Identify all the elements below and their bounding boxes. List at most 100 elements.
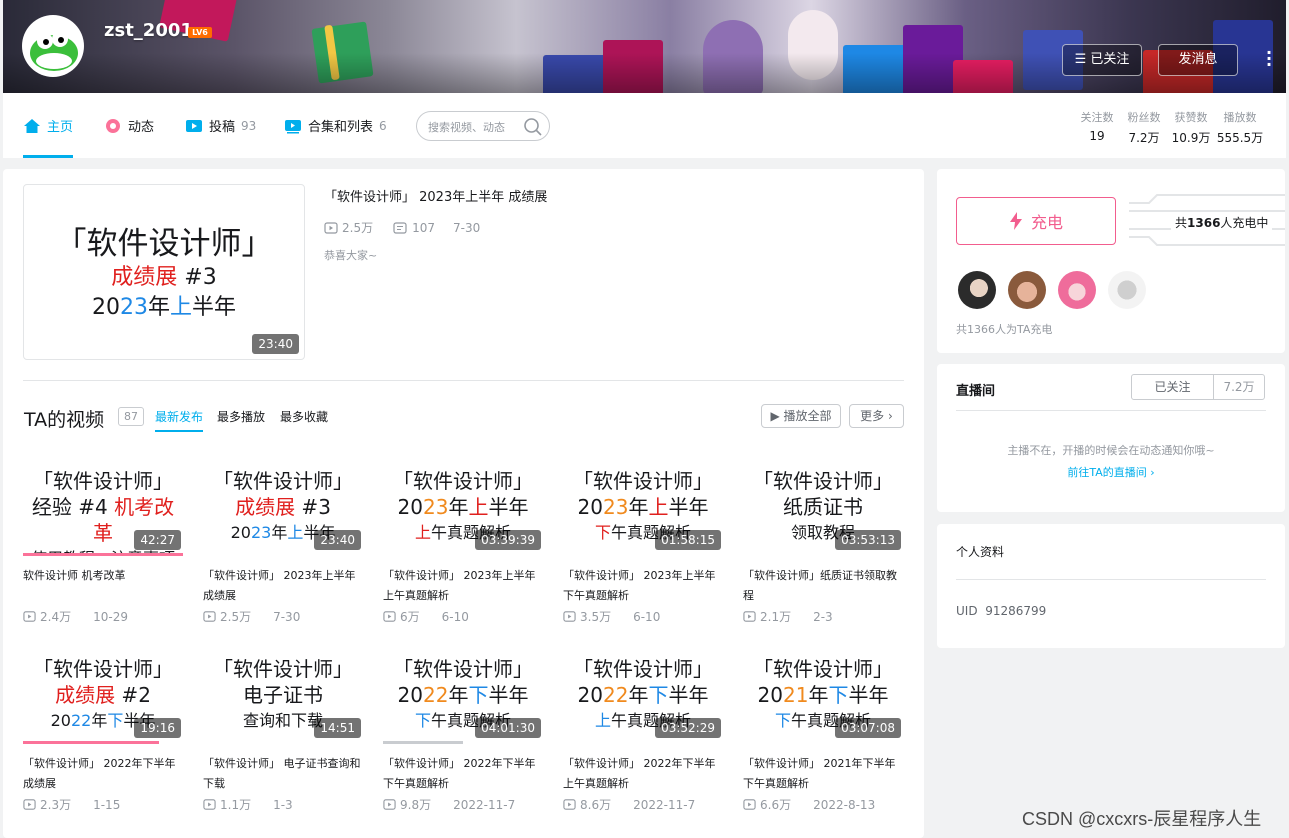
video-thumbnail[interactable]: 「软件设计师」 电子证书 查询和下载 14:51 bbox=[203, 646, 363, 744]
video-thumbnail[interactable]: 「软件设计师」 2023年上半年 上午真题解析 03:39:39 bbox=[383, 458, 543, 556]
video-card[interactable]: 「软件设计师」 电子证书 查询和下载 14:51 「软件设计师」 电子证书查询和下载 1.… bbox=[203, 646, 365, 818]
send-message-button[interactable]: 发消息 bbox=[1158, 44, 1238, 76]
video-meta: 2.4万 10-29 bbox=[23, 608, 183, 625]
video-meta: 3.5万 6-10 bbox=[563, 608, 723, 625]
play-count-icon bbox=[383, 799, 396, 810]
watch-progress-bar bbox=[383, 741, 463, 744]
go-to-live-room-link[interactable]: 前往TA的直播间 › bbox=[937, 464, 1285, 480]
video-title[interactable]: 「软件设计师」 2023年上半年上午真题解析 bbox=[383, 566, 543, 606]
featured-video-thumbnail[interactable]: 「软件设计师」 成绩展 #3 2023年上半年 23:40 bbox=[23, 184, 305, 360]
video-count-badge: 87 bbox=[118, 407, 144, 426]
play-icon: ▶ bbox=[770, 409, 784, 423]
video-card[interactable]: 「软件设计师」 2022年下半年 上午真题解析 03:52:29 「软件设计师」 202… bbox=[563, 646, 725, 818]
more-button[interactable]: 更多 › bbox=[849, 404, 904, 428]
video-thumbnail[interactable]: 「软件设计师」 2022年下半年 下午真题解析 04:01:30 bbox=[383, 646, 543, 744]
tab-uploads[interactable]: 投稿 93 bbox=[185, 93, 256, 158]
video-card[interactable]: 「软件设计师」成绩展 #32023年上半年23:40 「软件设计师」 2023年上… bbox=[203, 458, 365, 630]
user-avatar[interactable] bbox=[22, 15, 84, 77]
video-title[interactable]: 「软件设计师」 2023年上半年 成绩展 bbox=[203, 566, 363, 606]
tab-count: 6 bbox=[379, 118, 387, 133]
watermark: CSDN @cxcxrs-辰星程序人生 bbox=[1022, 809, 1262, 829]
charger-avatar[interactable] bbox=[958, 271, 996, 309]
video-title[interactable]: 软件设计师 机考改革 bbox=[23, 566, 183, 586]
video-title[interactable]: 「软件设计师」 2022年下半年 成绩展 bbox=[23, 754, 183, 794]
video-title[interactable]: 「软件设计师」 2022年下半年上午真题解析 bbox=[563, 754, 723, 794]
live-followed-label[interactable]: 已关注 bbox=[1132, 375, 1214, 399]
play-all-button[interactable]: ▶ 播放全部 bbox=[761, 404, 841, 428]
video-thumbnail[interactable]: 「软件设计师」 2022年下半年 上午真题解析 03:52:29 bbox=[563, 646, 723, 744]
active-tab-indicator bbox=[155, 430, 203, 432]
tab-label: 合集和列表 bbox=[308, 120, 374, 135]
video-thumbnail[interactable]: 「软件设计师」成绩展 #32023年上半年23:40 bbox=[203, 458, 363, 556]
featured-video-title[interactable]: 「软件设计师」 2023年上半年 成绩展 bbox=[324, 186, 547, 205]
video-thumbnail[interactable]: 「软件设计师」成绩展 #22022年下半年19:16 bbox=[23, 646, 183, 744]
live-panel: 直播间 已关注 7.2万 主播不在，开播的时候会在动态通知你哦~ 前往TA的直播… bbox=[937, 364, 1285, 512]
video-card[interactable]: 「软件设计师」 2021年下半年 下午真题解析 03:07:08 「软件设计师」 202… bbox=[743, 646, 905, 818]
video-card[interactable]: 「软件设计师」 纸质证书 领取教程 03:53:13 「软件设计师」纸质证书领取教程 2.… bbox=[743, 458, 905, 630]
featured-video-meta: 2.5万 107 7-30 bbox=[324, 219, 492, 236]
play-count-icon bbox=[324, 221, 338, 234]
dynamics-icon bbox=[106, 118, 120, 133]
tab-home[interactable]: 主页 bbox=[23, 93, 73, 158]
danmaku-icon bbox=[393, 221, 407, 234]
charge-count: 共1366人充电中 bbox=[1171, 214, 1273, 231]
video-card[interactable]: 「软件设计师」经验 #4 机考改革使用教程、注意事项42:27 软件设计师 机考改… bbox=[23, 458, 185, 630]
video-duration: 01:58:15 bbox=[655, 530, 721, 550]
play-count-icon bbox=[203, 799, 216, 810]
tab-collections[interactable]: 合集和列表 6 bbox=[284, 93, 387, 158]
followed-button[interactable]: ☰ 已关注 bbox=[1062, 44, 1142, 76]
watch-progress-bar bbox=[23, 741, 159, 744]
stat-fans[interactable]: 粉丝数 7.2万 bbox=[1122, 109, 1166, 146]
tab-label: 投稿 bbox=[209, 120, 236, 135]
charger-avatar[interactable] bbox=[1058, 271, 1096, 309]
video-duration: 03:07:08 bbox=[835, 718, 901, 738]
tab-label: 动态 bbox=[128, 120, 155, 135]
video-duration: 03:52:29 bbox=[655, 718, 721, 738]
main-content: 「软件设计师」 成绩展 #3 2023年上半年 23:40 「软件设计师」 20… bbox=[3, 169, 924, 838]
video-meta: 1.1万 1-3 bbox=[203, 796, 363, 813]
tab-most-played[interactable]: 最多播放 bbox=[217, 408, 265, 425]
video-title[interactable]: 「软件设计师」 2021年下半年下午真题解析 bbox=[743, 754, 903, 794]
tab-dynamics[interactable]: 动态 bbox=[104, 93, 154, 158]
video-meta: 9.8万 2022-11-7 bbox=[383, 796, 543, 813]
video-card[interactable]: 「软件设计师」 2022年下半年 下午真题解析 04:01:30 「软件设计师」 202… bbox=[383, 646, 545, 818]
video-thumbnail[interactable]: 「软件设计师」 2021年下半年 下午真题解析 03:07:08 bbox=[743, 646, 903, 744]
charger-avatar[interactable] bbox=[1108, 271, 1146, 309]
video-duration: 03:53:13 bbox=[835, 530, 901, 550]
live-follow-box[interactable]: 已关注 7.2万 bbox=[1131, 374, 1265, 400]
tab-latest[interactable]: 最新发布 bbox=[155, 408, 203, 425]
uid-row: UID 91286799 bbox=[956, 604, 1047, 618]
collection-icon bbox=[285, 119, 301, 133]
video-thumbnail[interactable]: 「软件设计师」 纸质证书 领取教程 03:53:13 bbox=[743, 458, 903, 556]
video-card[interactable]: 「软件设计师」 2023年上半年 下午真题解析 01:58:15 「软件设计师」 202… bbox=[563, 458, 725, 630]
video-meta: 2.1万 2-3 bbox=[743, 608, 903, 625]
video-thumbnail[interactable]: 「软件设计师」 2023年上半年 下午真题解析 01:58:15 bbox=[563, 458, 723, 556]
divider bbox=[956, 579, 1266, 580]
charge-button[interactable]: 充电 bbox=[956, 197, 1116, 245]
section-title: TA的视频 bbox=[24, 409, 105, 431]
play-count-icon bbox=[383, 611, 396, 622]
charge-panel: 充电 共1366人充电中 共1366人为TA充电 bbox=[937, 169, 1285, 353]
stat-plays: 播放数 555.5万 bbox=[1216, 111, 1264, 145]
divider bbox=[956, 410, 1266, 411]
search-input[interactable]: 搜索视频、动态 bbox=[416, 111, 550, 141]
video-duration: 03:39:39 bbox=[475, 530, 541, 550]
username[interactable]: zst_2001 bbox=[104, 20, 193, 41]
play-count-icon bbox=[743, 799, 756, 810]
watch-progress-bar bbox=[23, 553, 183, 556]
video-duration: 23:40 bbox=[252, 334, 299, 354]
video-title[interactable]: 「软件设计师」 电子证书查询和下载 bbox=[203, 754, 363, 794]
search-icon[interactable] bbox=[523, 117, 543, 137]
tab-most-favorited[interactable]: 最多收藏 bbox=[280, 408, 328, 425]
video-title[interactable]: 「软件设计师」 2022年下半年下午真题解析 bbox=[383, 754, 543, 794]
video-title[interactable]: 「软件设计师」 2023年上半年下午真题解析 bbox=[563, 566, 723, 606]
stat-following[interactable]: 关注数 19 bbox=[1077, 109, 1117, 143]
video-thumbnail[interactable]: 「软件设计师」经验 #4 机考改革使用教程、注意事项42:27 bbox=[23, 458, 183, 556]
featured-video-description: 恭喜大家~ bbox=[324, 249, 378, 262]
tab-label: 主页 bbox=[47, 120, 74, 135]
charger-avatar[interactable] bbox=[1008, 271, 1046, 309]
video-title[interactable]: 「软件设计师」纸质证书领取教程 bbox=[743, 566, 903, 606]
video-card[interactable]: 「软件设计师」成绩展 #22022年下半年19:16 「软件设计师」 2022年下… bbox=[23, 646, 185, 818]
more-options-icon[interactable]: · · · bbox=[1266, 45, 1274, 73]
video-card[interactable]: 「软件设计师」 2023年上半年 上午真题解析 03:39:39 「软件设计师」 202… bbox=[383, 458, 545, 630]
